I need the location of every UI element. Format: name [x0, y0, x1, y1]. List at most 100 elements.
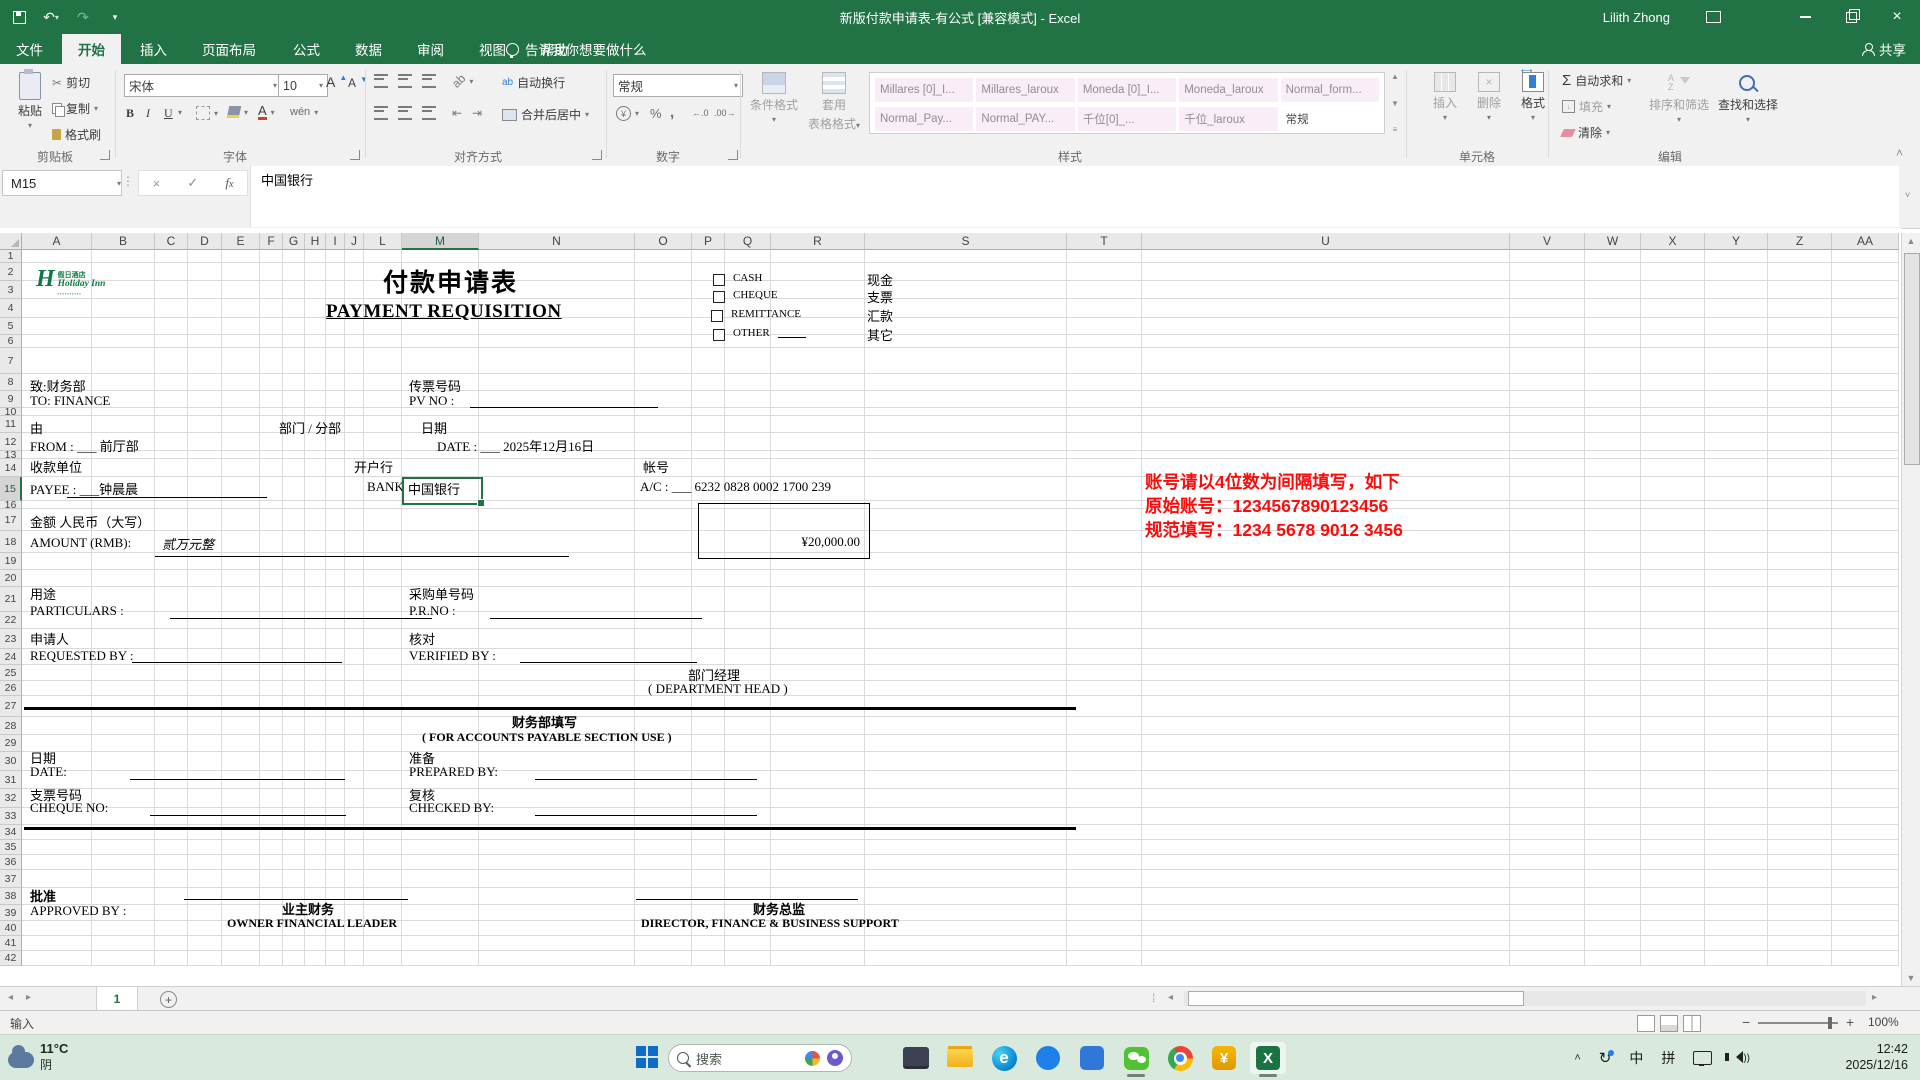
- row-header-6[interactable]: 6: [0, 335, 22, 348]
- sheet-nav-next-icon[interactable]: ▸: [26, 992, 31, 1003]
- normal-view-icon[interactable]: [1637, 1015, 1655, 1032]
- cell-style-Millares_laroux[interactable]: Millares_laroux: [976, 78, 1074, 102]
- column-header-B[interactable]: B: [92, 233, 155, 250]
- zoom-in-icon[interactable]: +: [1846, 1014, 1854, 1030]
- cell-style-Normal_form...[interactable]: Normal_form...: [1281, 78, 1379, 102]
- column-header-P[interactable]: P: [692, 233, 725, 250]
- collapse-ribbon-icon[interactable]: ˄: [1896, 146, 1903, 160]
- column-header-L[interactable]: L: [364, 233, 402, 250]
- wechat-icon[interactable]: [1118, 1042, 1154, 1074]
- column-header-Z[interactable]: Z: [1768, 233, 1832, 250]
- zoom-level[interactable]: 100%: [1868, 1015, 1899, 1029]
- column-header-AA[interactable]: AA: [1832, 233, 1899, 250]
- autosum-button[interactable]: Σ自动求和▾: [1562, 72, 1631, 89]
- number-dialog-launcher[interactable]: [728, 150, 738, 160]
- column-header-O[interactable]: O: [635, 233, 692, 250]
- percent-style-icon[interactable]: %: [650, 106, 662, 121]
- scroll-down-icon[interactable]: ▼: [1905, 973, 1917, 983]
- column-header-X[interactable]: X: [1641, 233, 1705, 250]
- column-header-G[interactable]: G: [283, 233, 305, 250]
- format-painter-button[interactable]: 格式刷: [52, 126, 101, 143]
- increase-indent-icon[interactable]: ⇥: [472, 106, 482, 120]
- row-header-42[interactable]: 42: [0, 951, 22, 966]
- zoom-slider-thumb[interactable]: [1828, 1017, 1832, 1029]
- row-header-40[interactable]: 40: [0, 921, 22, 936]
- name-box[interactable]: M15▾: [2, 170, 122, 196]
- align-right-icon[interactable]: [422, 106, 436, 120]
- column-header-D[interactable]: D: [188, 233, 222, 250]
- namebox-splitter[interactable]: ⋮: [122, 174, 134, 188]
- accounting-format-button[interactable]: ¥▾: [616, 106, 639, 121]
- comma-style-icon[interactable]: ,: [670, 104, 674, 121]
- edge-icon[interactable]: e: [986, 1042, 1022, 1074]
- find-select-button[interactable]: 查找和选择▾: [1716, 74, 1780, 124]
- row-header-8[interactable]: 8: [0, 374, 22, 391]
- column-header-S[interactable]: S: [865, 233, 1067, 250]
- row-header-30[interactable]: 30: [0, 752, 22, 771]
- row-header-3[interactable]: 3: [0, 281, 22, 299]
- insert-function-icon[interactable]: fx: [225, 175, 233, 191]
- column-header-T[interactable]: T: [1067, 233, 1142, 250]
- cut-button[interactable]: ✂剪切: [52, 74, 90, 91]
- underline-dropdown[interactable]: ▾: [178, 108, 182, 117]
- account-name[interactable]: Lilith Zhong: [1603, 0, 1670, 34]
- select-all-corner[interactable]: [0, 233, 22, 250]
- increase-decimal-icon[interactable]: ←.0: [692, 108, 709, 118]
- row-header-18[interactable]: 18: [0, 531, 22, 553]
- cell-style-Moneda_laroux[interactable]: Moneda_laroux: [1179, 78, 1277, 102]
- formula-input[interactable]: 中国银行: [250, 166, 1899, 227]
- paste-button[interactable]: 粘贴▾: [8, 72, 52, 130]
- page-layout-view-icon[interactable]: [1660, 1015, 1678, 1032]
- underline-button[interactable]: U: [164, 106, 173, 121]
- row-header-34[interactable]: 34: [0, 825, 22, 840]
- alignment-dialog-launcher[interactable]: [592, 150, 602, 160]
- minimize-button[interactable]: [1782, 0, 1828, 34]
- column-header-W[interactable]: W: [1585, 233, 1641, 250]
- row-header-26[interactable]: 26: [0, 681, 22, 696]
- column-header-Q[interactable]: Q: [725, 233, 771, 250]
- sort-filter-button[interactable]: AZ 排序和筛选▾: [1648, 74, 1710, 124]
- column-header-E[interactable]: E: [222, 233, 260, 250]
- row-header-33[interactable]: 33: [0, 808, 22, 825]
- cell-style-Normal_PAY...[interactable]: Normal_PAY...: [976, 107, 1074, 131]
- row-header-11[interactable]: 11: [0, 416, 22, 433]
- cell-style-常规[interactable]: 常规: [1281, 107, 1379, 131]
- fill-button[interactable]: ↓填充▾: [1562, 98, 1611, 115]
- row-header-2[interactable]: 2: [0, 263, 22, 281]
- row-header-22[interactable]: 22: [0, 612, 22, 629]
- font-name-select[interactable]: 宋体▾: [124, 74, 282, 97]
- font-dialog-launcher[interactable]: [350, 150, 360, 160]
- cell-style-千位[0]_...[interactable]: 千位[0]_...: [1078, 107, 1176, 131]
- copy-button[interactable]: 复制▾: [52, 100, 98, 117]
- column-header-C[interactable]: C: [155, 233, 188, 250]
- row-header-20[interactable]: 20: [0, 570, 22, 587]
- close-button[interactable]: ×: [1874, 0, 1920, 34]
- grid-app-icon[interactable]: [1074, 1042, 1110, 1074]
- align-top-icon[interactable]: [374, 74, 388, 88]
- excel-icon[interactable]: X: [1250, 1042, 1286, 1074]
- format-as-table-button[interactable]: 套用 表格格式▾: [806, 72, 862, 132]
- zoom-slider[interactable]: [1758, 1022, 1838, 1024]
- column-header-Y[interactable]: Y: [1705, 233, 1768, 250]
- taskbar-clock[interactable]: 12:42 2025/12/16: [1845, 1041, 1908, 1073]
- conditional-format-button[interactable]: 条件格式▾: [748, 72, 800, 124]
- insert-cells-button[interactable]: 插入▾: [1424, 72, 1466, 122]
- row-header-15[interactable]: 15: [0, 477, 22, 501]
- row-header-27[interactable]: 27: [0, 696, 22, 717]
- decrease-indent-icon[interactable]: ⇤: [452, 106, 462, 120]
- font-size-select[interactable]: 10▾: [278, 74, 328, 97]
- horizontal-scrollbar[interactable]: [1184, 991, 1866, 1006]
- delete-cells-button[interactable]: × 删除▾: [1468, 72, 1510, 122]
- row-header-17[interactable]: 17: [0, 509, 22, 531]
- new-sheet-icon[interactable]: +: [160, 991, 177, 1008]
- tray-expand-icon[interactable]: ˄: [1574, 1052, 1580, 1064]
- sync-icon[interactable]: ↻: [1599, 1049, 1612, 1067]
- align-left-icon[interactable]: [374, 106, 388, 120]
- column-header-M[interactable]: M: [402, 233, 479, 250]
- row-header-19[interactable]: 19: [0, 553, 22, 570]
- column-header-I[interactable]: I: [326, 233, 345, 250]
- row-header-5[interactable]: 5: [0, 318, 22, 335]
- scroll-up-icon[interactable]: ▲: [1905, 236, 1917, 246]
- row-header-41[interactable]: 41: [0, 936, 22, 951]
- column-header-R[interactable]: R: [771, 233, 865, 250]
